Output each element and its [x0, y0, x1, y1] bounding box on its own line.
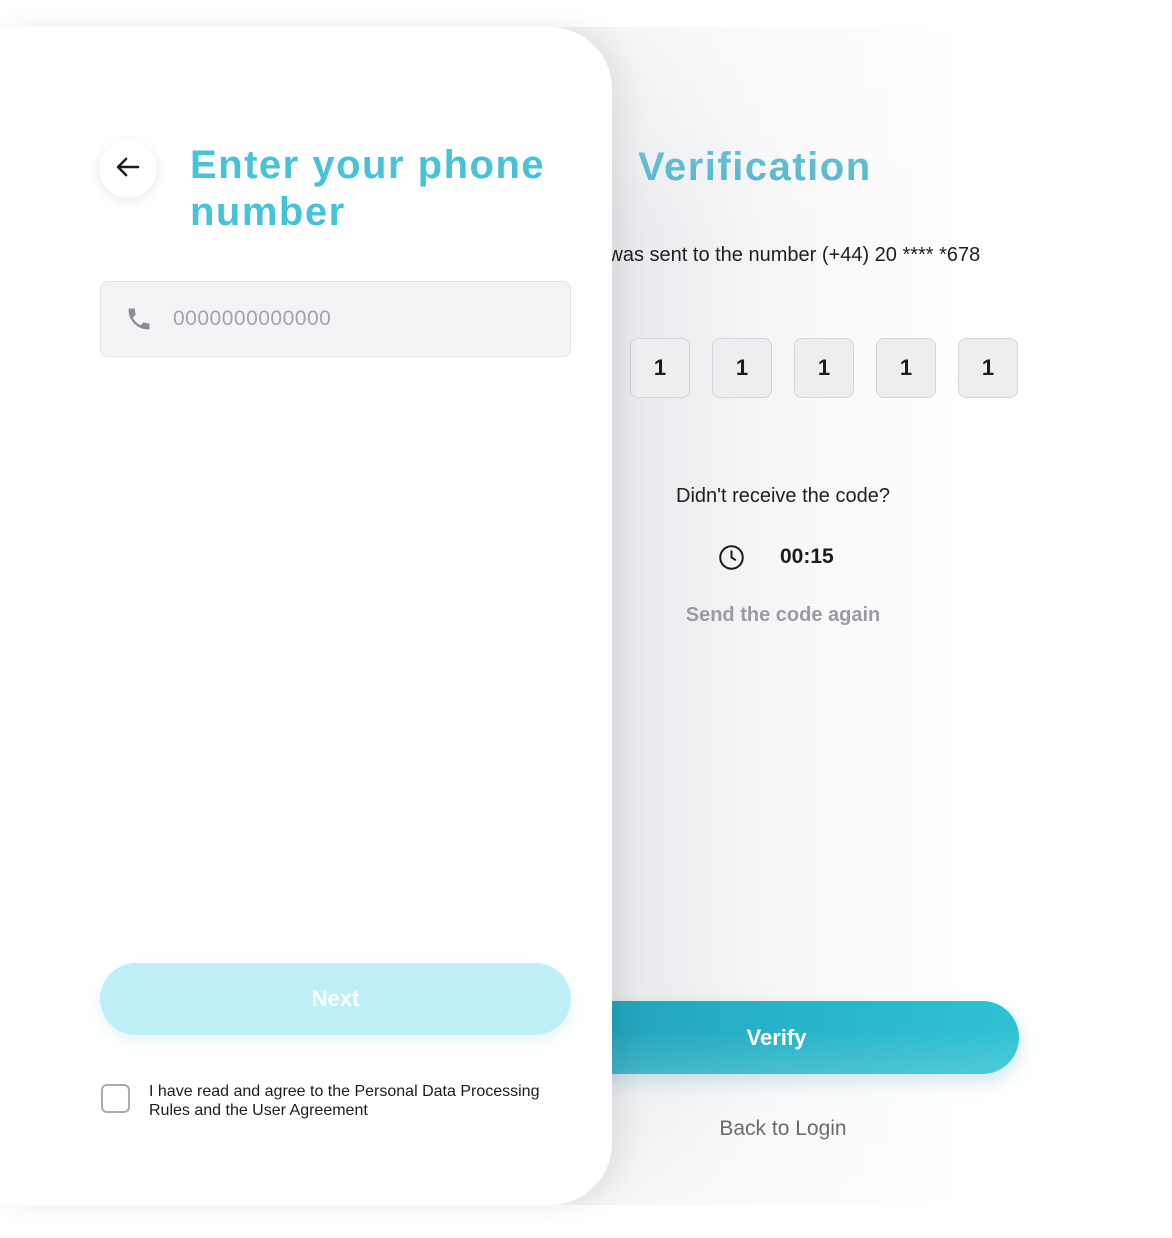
page-title: Enter your phone number: [190, 143, 546, 234]
code-digit-box[interactable]: 1: [958, 338, 1018, 398]
code-digit-box[interactable]: 1: [794, 338, 854, 398]
arrow-left-icon: [113, 152, 143, 187]
resend-timer: 00:15: [718, 542, 834, 572]
back-button[interactable]: [99, 140, 157, 198]
next-button[interactable]: Next: [100, 963, 571, 1035]
phone-field[interactable]: [100, 281, 571, 357]
phone-icon: [124, 304, 154, 334]
send-code-again-link[interactable]: Send the code again: [540, 604, 1026, 627]
resend-question: Didn't receive the code?: [676, 485, 890, 507]
verification-screen: Verification A code was sent to the numb…: [540, 27, 1040, 1205]
clock-icon: [718, 544, 745, 571]
code-digit-box[interactable]: 1: [876, 338, 936, 398]
code-sent-message: A code was sent to the number (+44) 20 *…: [541, 244, 981, 266]
agreement-checkbox[interactable]: [101, 1084, 130, 1113]
agreement-row: I have read and agree to the Personal Da…: [101, 1082, 549, 1120]
screens-stage: Verification A code was sent to the numb…: [0, 0, 1172, 1238]
phone-input[interactable]: [171, 306, 535, 332]
phone-entry-screen: Enter your phone number Next I have read…: [0, 27, 612, 1205]
timer-value: 00:15: [780, 545, 834, 568]
code-digit-box[interactable]: 1: [712, 338, 772, 398]
code-digit-box[interactable]: 1: [630, 338, 690, 398]
back-to-login-link[interactable]: Back to Login: [540, 1117, 1026, 1141]
agreement-text: I have read and agree to the Personal Da…: [149, 1083, 540, 1119]
verification-title: Verification: [638, 145, 872, 189]
